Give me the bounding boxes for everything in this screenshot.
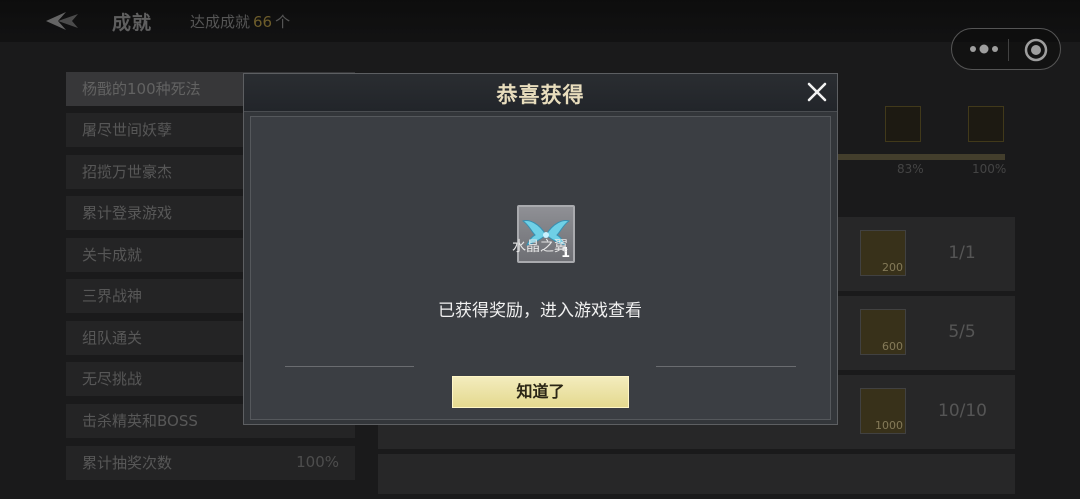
reward-message: 已获得奖励，进入游戏查看 [438,301,642,321]
dialog-body: 1 [250,116,831,420]
divider-left [285,366,414,367]
confirm-button[interactable]: 知道了 [452,376,629,408]
item-name: 水晶之翼 [512,239,568,255]
dialog-header: 恭喜获得 [244,74,837,112]
close-icon[interactable] [806,81,828,103]
dialog-title: 恭喜获得 [496,83,585,107]
divider-right [656,366,796,367]
